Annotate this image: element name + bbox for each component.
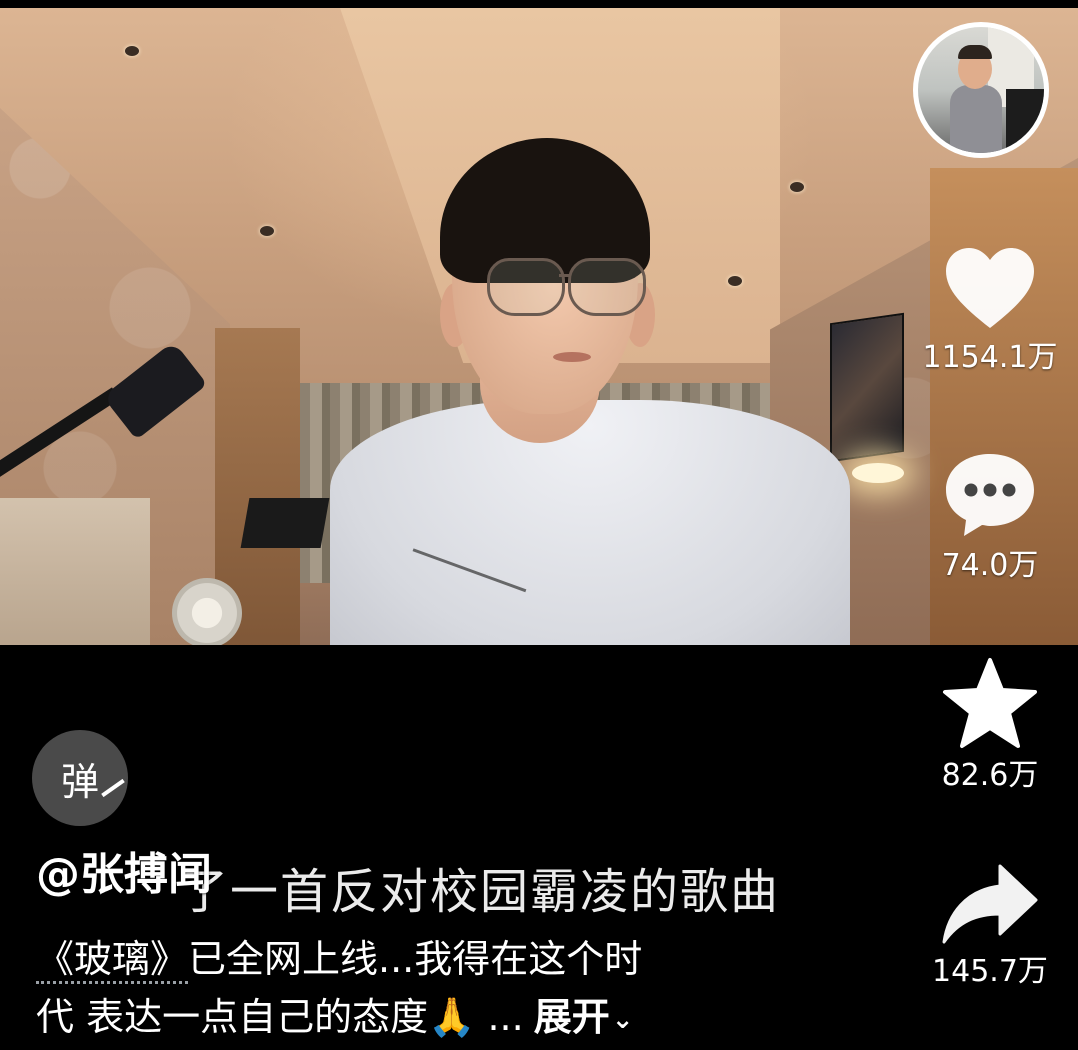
- avatar-piano: [1006, 89, 1044, 149]
- danmaku-label: 弹: [60, 759, 99, 804]
- heart-icon: [946, 248, 1034, 328]
- avatar-hair: [958, 45, 992, 59]
- video-subtitle: 了一首反对校园霸凌的歌曲: [180, 864, 781, 920]
- favorite-button[interactable]: 82.6万: [915, 656, 1065, 794]
- share-button[interactable]: 145.7万: [915, 862, 1065, 990]
- song-title-link[interactable]: 《玻璃》: [36, 937, 189, 984]
- description-line: 《玻璃》已全网上线...我得在这个时: [36, 930, 896, 988]
- description-text: 代 表达一点自己的态度🙏 ...: [36, 995, 524, 1039]
- fan: [172, 578, 242, 645]
- share-count: 145.7万: [932, 954, 1048, 989]
- comment-icon: [946, 454, 1034, 536]
- favorite-count: 82.6万: [941, 758, 1039, 793]
- author-name[interactable]: @张搏闻: [36, 838, 212, 902]
- ceiling-light: [728, 276, 742, 286]
- danmaku-icon: [101, 778, 125, 798]
- description-line: 代 表达一点自己的态度🙏 ... 展开⌄: [36, 988, 896, 1049]
- glasses: [568, 258, 646, 316]
- expand-button[interactable]: 展开⌄: [534, 995, 634, 1039]
- avatar-icon: [918, 27, 1044, 153]
- glasses: [487, 258, 565, 316]
- ceiling-light: [790, 182, 804, 192]
- comment-button[interactable]: 74.0万: [915, 450, 1065, 584]
- avatar-body: [950, 85, 1002, 153]
- desk-lamp: [852, 463, 904, 483]
- creator-avatar[interactable]: [913, 22, 1049, 158]
- ceiling-light: [125, 46, 139, 56]
- comment-count: 74.0万: [941, 548, 1039, 583]
- music-stand: [240, 498, 330, 548]
- star-icon: [943, 658, 1037, 748]
- person-shirt: [330, 400, 850, 645]
- like-button[interactable]: 1154.1万: [915, 244, 1065, 376]
- like-count: 1154.1万: [922, 340, 1058, 375]
- description-text: 已全网上线...我得在这个时: [188, 937, 643, 981]
- post-description: 《玻璃》已全网上线...我得在这个时 代 表达一点自己的态度🙏 ... 展开⌄: [36, 930, 896, 1049]
- wall-poster: [830, 312, 904, 463]
- ceiling-light: [260, 226, 274, 236]
- share-icon: [942, 864, 1038, 944]
- danmaku-toggle-button[interactable]: 弹: [32, 730, 128, 826]
- expand-label: 展开: [533, 995, 610, 1039]
- desk: [0, 498, 150, 645]
- person-mouth: [553, 352, 591, 362]
- chevron-down-icon: ⌄: [611, 1004, 634, 1035]
